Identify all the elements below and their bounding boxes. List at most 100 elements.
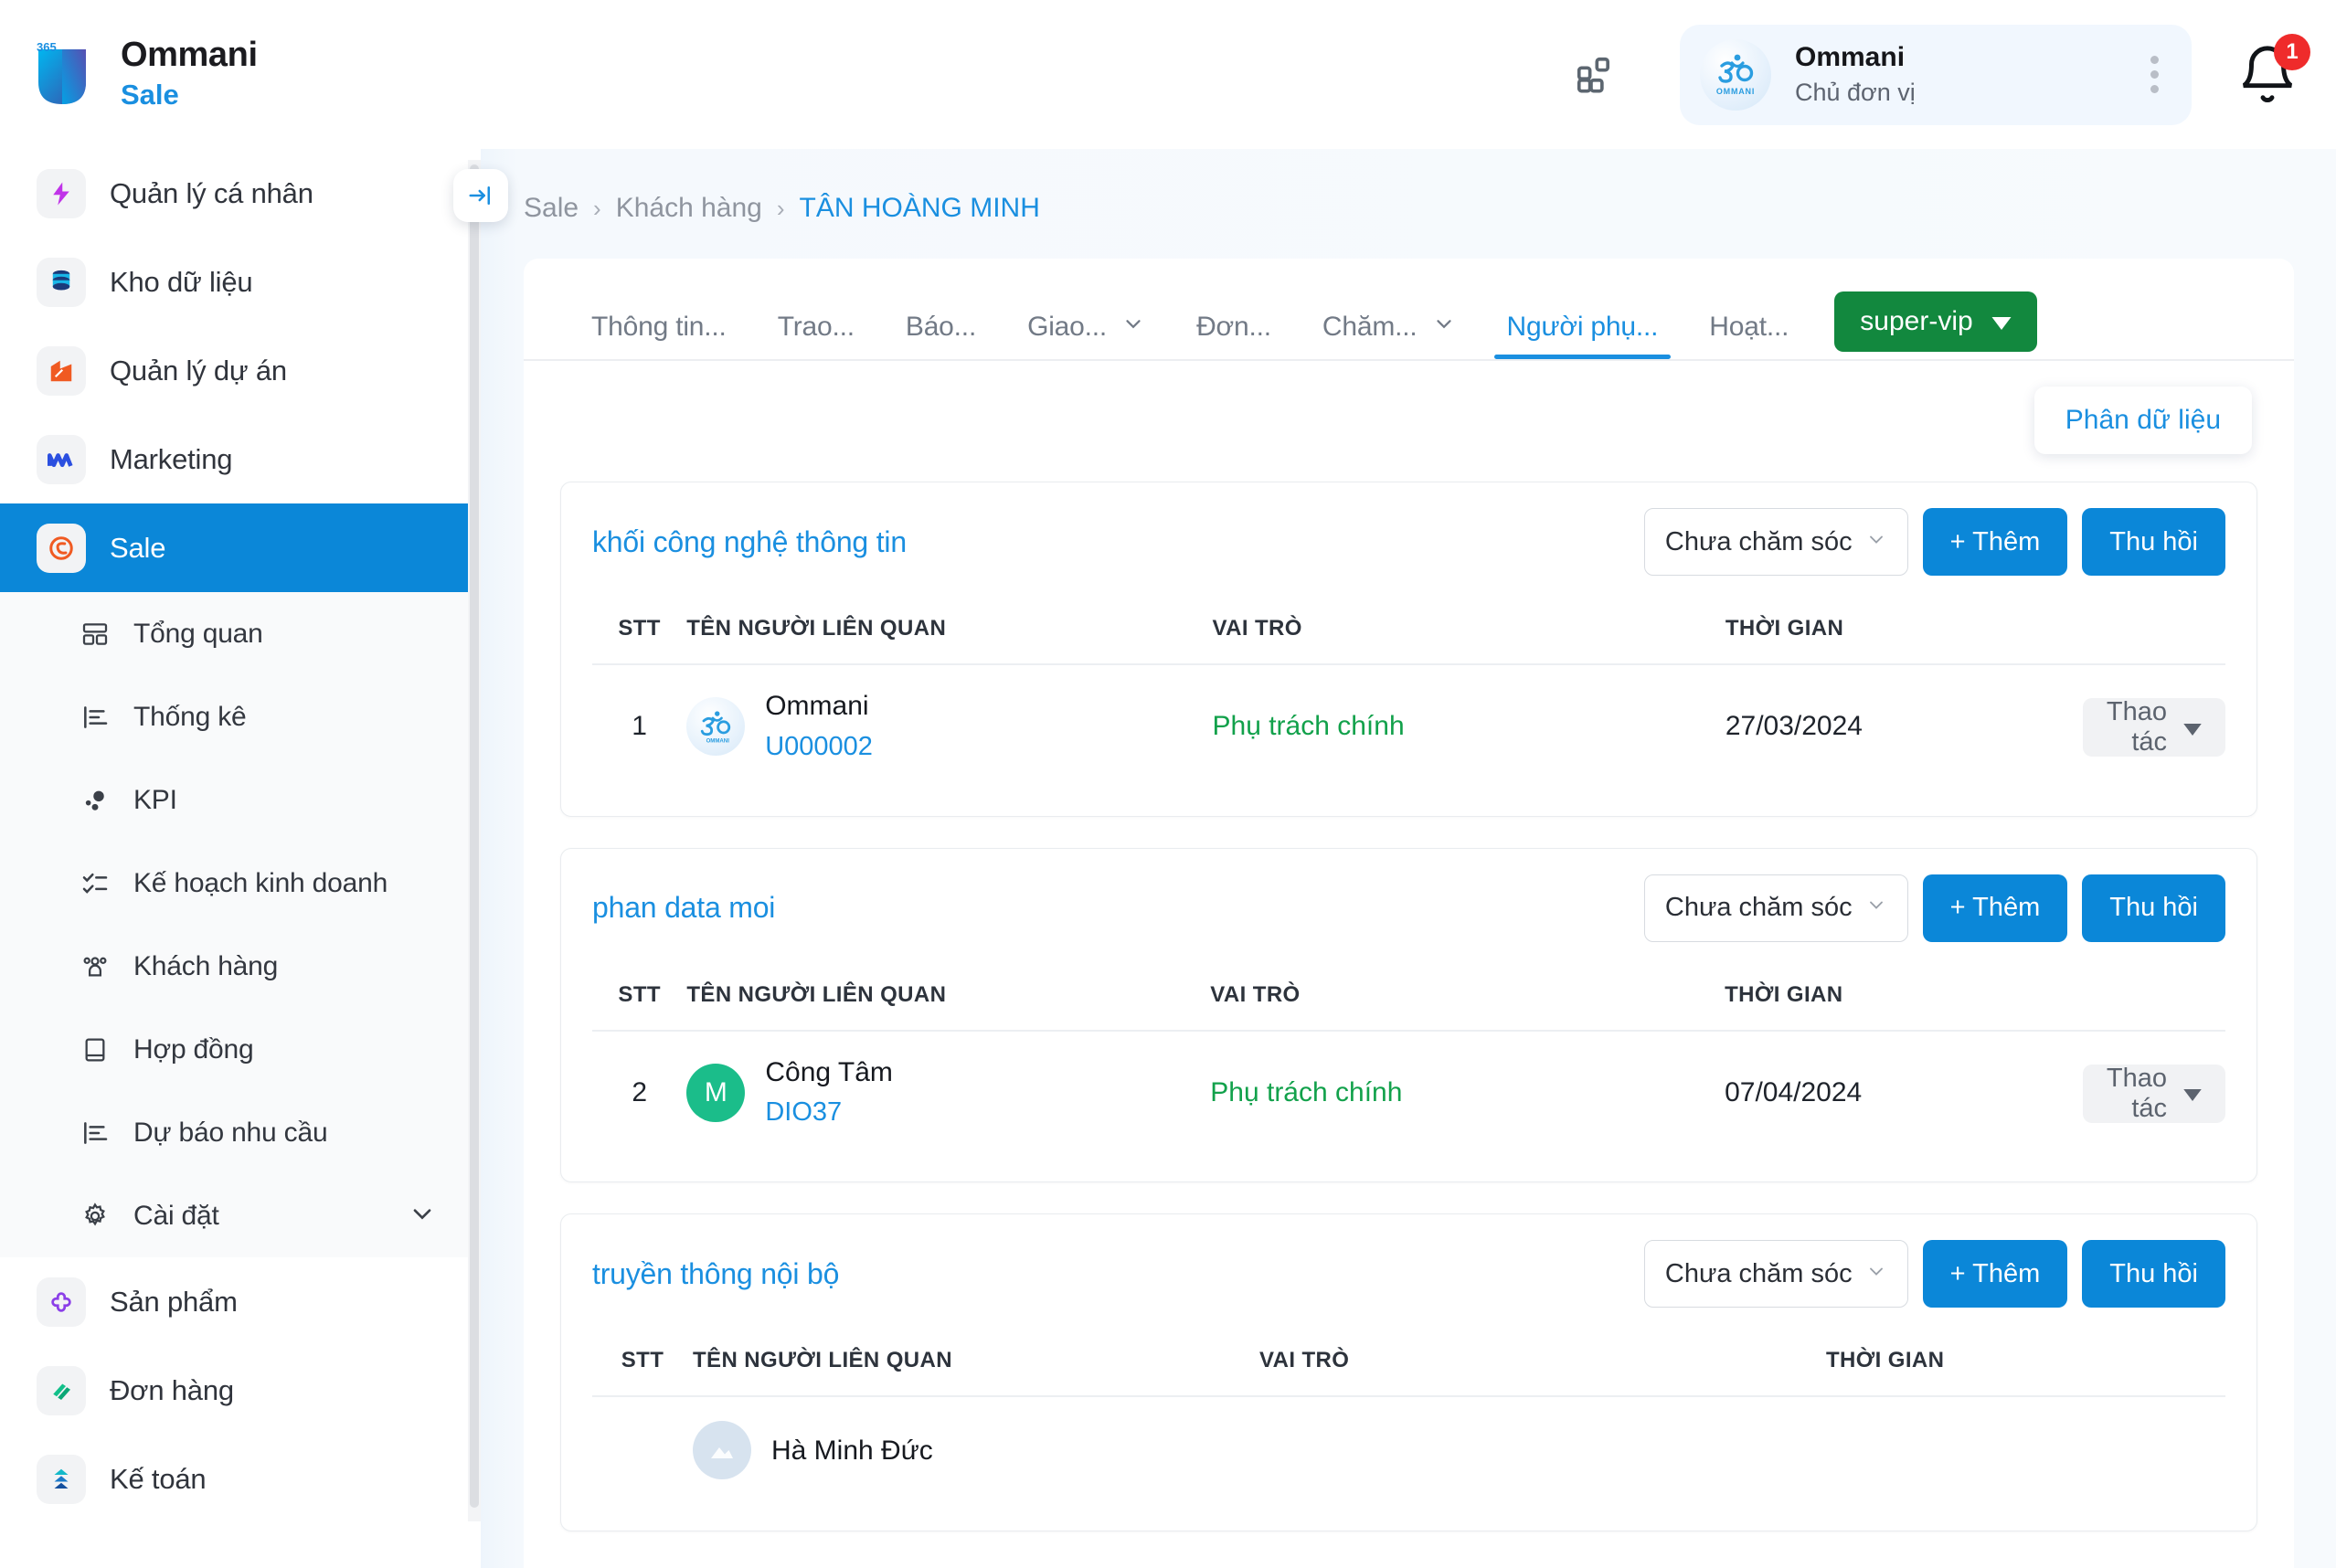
toolbar-row: Phân dữ liệu — [524, 361, 2294, 454]
sidebar-item-marketing[interactable]: Marketing — [0, 415, 468, 503]
person-cell: OMMANI Ommani U000002 — [686, 689, 1212, 765]
sidebar-subitem-label: Hợp đồng — [133, 1034, 254, 1065]
table-header-row: STT TÊN NGƯỜI LIÊN QUAN VAI TRÒ THỜI GIA… — [592, 1331, 2225, 1396]
add-button[interactable]: + Thêm — [1923, 874, 2068, 942]
add-button[interactable]: + Thêm — [1923, 1240, 2068, 1308]
tab-don[interactable]: Đơn... — [1171, 312, 1297, 359]
cell-name: OMMANI Ommani U000002 — [686, 664, 1212, 789]
row-action-button[interactable]: Thao tác — [2083, 698, 2225, 757]
status-select[interactable]: Chưa chăm sóc — [1644, 874, 1908, 942]
group-title[interactable]: phan data moi — [592, 891, 775, 925]
gear-icon — [77, 1198, 113, 1234]
tab-nguoi-phu-trach[interactable]: Người phụ... — [1481, 312, 1684, 359]
th-role: VAI TRÒ — [1213, 599, 1725, 664]
user-name: Ommani — [1795, 40, 2131, 75]
tab-cham[interactable]: Chăm... — [1297, 312, 1481, 359]
people-table: STT TÊN NGƯỜI LIÊN QUAN VAI TRÒ THỜI GIA… — [592, 599, 2225, 789]
th-stt: STT — [592, 599, 686, 664]
th-actions — [2083, 599, 2225, 664]
sidebar-item-ke-hoach-kinh-doanh[interactable]: Kế hoạch kinh doanh — [0, 842, 468, 925]
revoke-button[interactable]: Thu hồi — [2082, 508, 2225, 576]
brand-subtitle: Sale — [121, 77, 258, 113]
sidebar-item-ke-toan[interactable]: Kế toán — [0, 1435, 468, 1523]
sidebar-item-san-pham[interactable]: Sản phẩm — [0, 1257, 468, 1346]
sidebar-subitem-label: Khách hàng — [133, 951, 278, 982]
table-header-row: STT TÊN NGƯỜI LIÊN QUAN VAI TRÒ THỜI GIA… — [592, 599, 2225, 664]
database-icon — [37, 258, 86, 307]
kebab-menu-icon[interactable] — [2131, 56, 2177, 93]
sidebar-item-hop-dong[interactable]: Hợp đồng — [0, 1008, 468, 1091]
caret-down-icon — [1991, 306, 2012, 337]
person-name: Ommani — [765, 689, 873, 724]
sidebar-subitem-label: Thống kê — [133, 702, 246, 733]
person-code[interactable]: DIO37 — [765, 1095, 893, 1130]
tab-hoat-dong[interactable]: Hoạt... — [1683, 312, 1814, 359]
group-card-actions: Chưa chăm sóc + Thêm Thu hồi — [1644, 874, 2225, 942]
sidebar-item-don-hang[interactable]: Đơn hàng — [0, 1346, 468, 1435]
group-title[interactable]: khối công nghệ thông tin — [592, 525, 907, 559]
tab-label: Đơn... — [1196, 312, 1271, 343]
people-table: STT TÊN NGƯỜI LIÊN QUAN VAI TRÒ THỜI GIA… — [592, 966, 2225, 1155]
breadcrumb-item-khach-hang[interactable]: Khách hàng — [616, 193, 762, 224]
project-management-icon — [37, 346, 86, 396]
person-name: Hà Minh Đức — [771, 1434, 933, 1468]
group-card-header: truyền thông nội bộ Chưa chăm sóc + Thêm… — [592, 1240, 2225, 1308]
sidebar-item-khach-hang[interactable]: Khách hàng — [0, 925, 468, 1008]
sale-icon — [37, 524, 86, 573]
sidebar-item-quan-ly-du-an[interactable]: Quản lý dự án — [0, 326, 468, 415]
collapse-sidebar-icon[interactable] — [453, 169, 508, 222]
tab-bao[interactable]: Báo... — [880, 312, 1002, 359]
tab-giao[interactable]: Giao... — [1002, 312, 1171, 359]
group-title[interactable]: truyền thông nội bộ — [592, 1257, 839, 1291]
user-profile-chip[interactable]: OMMANI Ommani Chủ đơn vị — [1680, 25, 2192, 125]
add-button[interactable]: + Thêm — [1923, 508, 2068, 576]
th-role: VAI TRÒ — [1210, 966, 1725, 1031]
cell-role: Phụ trách chính — [1210, 1031, 1725, 1155]
th-stt: STT — [592, 1331, 693, 1396]
status-select[interactable]: Chưa chăm sóc — [1644, 508, 1908, 576]
tab-label: Hoạt... — [1709, 312, 1789, 343]
revoke-button[interactable]: Thu hồi — [2082, 874, 2225, 942]
cell-role: Phụ trách chính — [1213, 664, 1725, 789]
sidebar-item-kho-du-lieu[interactable]: Kho dữ liệu — [0, 238, 468, 326]
phan-du-lieu-button[interactable]: Phân dữ liệu — [2034, 387, 2252, 454]
row-action-label: Thao tác — [2107, 697, 2167, 758]
sidebar-item-du-bao-nhu-cau[interactable]: Dự báo nhu cầu — [0, 1091, 468, 1174]
chevron-down-icon[interactable] — [408, 1199, 437, 1233]
main-content: Sale › Khách hàng › TÂN HOÀNG MINH Thông… — [481, 149, 2336, 1568]
tab-label: Chăm... — [1322, 312, 1418, 343]
person-cell: Hà Minh Đức — [693, 1421, 1259, 1479]
sidebar-item-quan-ly-ca-nhan[interactable]: Quản lý cá nhân — [0, 149, 468, 238]
row-action-button[interactable]: Thao tác — [2083, 1065, 2225, 1123]
notification-bell[interactable]: 1 — [2235, 43, 2299, 107]
status-select-value: Chưa chăm sóc — [1665, 893, 1853, 923]
tab-label: Người phụ... — [1507, 312, 1659, 343]
revoke-button[interactable]: Thu hồi — [2082, 1240, 2225, 1308]
sidebar-item-thong-ke[interactable]: Thống kê — [0, 675, 468, 758]
sidebar-item-cai-dat[interactable]: Cài đặt — [0, 1174, 468, 1257]
status-select[interactable]: Chưa chăm sóc — [1644, 1240, 1908, 1308]
th-time: THỜI GIAN — [1725, 599, 2083, 664]
sidebar-item-kpi[interactable]: KPI — [0, 758, 468, 842]
grid-apps-icon[interactable] — [1556, 36, 1634, 114]
cell-stt — [592, 1396, 693, 1503]
person-cell: M Công Tâm DIO37 — [686, 1055, 1210, 1131]
avatar: M — [686, 1064, 745, 1122]
sidebar: Quản lý cá nhân Kho dữ liệu Quản lý dự á… — [0, 149, 468, 1568]
sidebar-scrollbar-thumb[interactable] — [470, 164, 479, 1508]
cell-stt: 2 — [592, 1031, 686, 1155]
sidebar-subitem-label: Kế hoạch kinh doanh — [133, 868, 388, 899]
brand-area[interactable]: 365 Ommani Sale — [0, 36, 468, 114]
group-card-actions: Chưa chăm sóc + Thêm Thu hồi — [1644, 1240, 2225, 1308]
tab-thong-tin[interactable]: Thông tin... — [566, 312, 752, 359]
sidebar-item-sale[interactable]: Sale — [0, 503, 468, 592]
breadcrumb-separator-icon: › — [777, 195, 785, 223]
tab-trao[interactable]: Trao... — [752, 312, 880, 359]
person-code[interactable]: U000002 — [765, 729, 873, 765]
breadcrumb-item-sale[interactable]: Sale — [524, 193, 579, 224]
super-vip-button[interactable]: super-vip — [1834, 291, 2036, 352]
sidebar-item-tong-quan[interactable]: Tổng quan — [0, 592, 468, 675]
person-name: Công Tâm — [765, 1055, 893, 1090]
order-icon — [37, 1366, 86, 1415]
cell-actions — [2210, 1396, 2225, 1503]
